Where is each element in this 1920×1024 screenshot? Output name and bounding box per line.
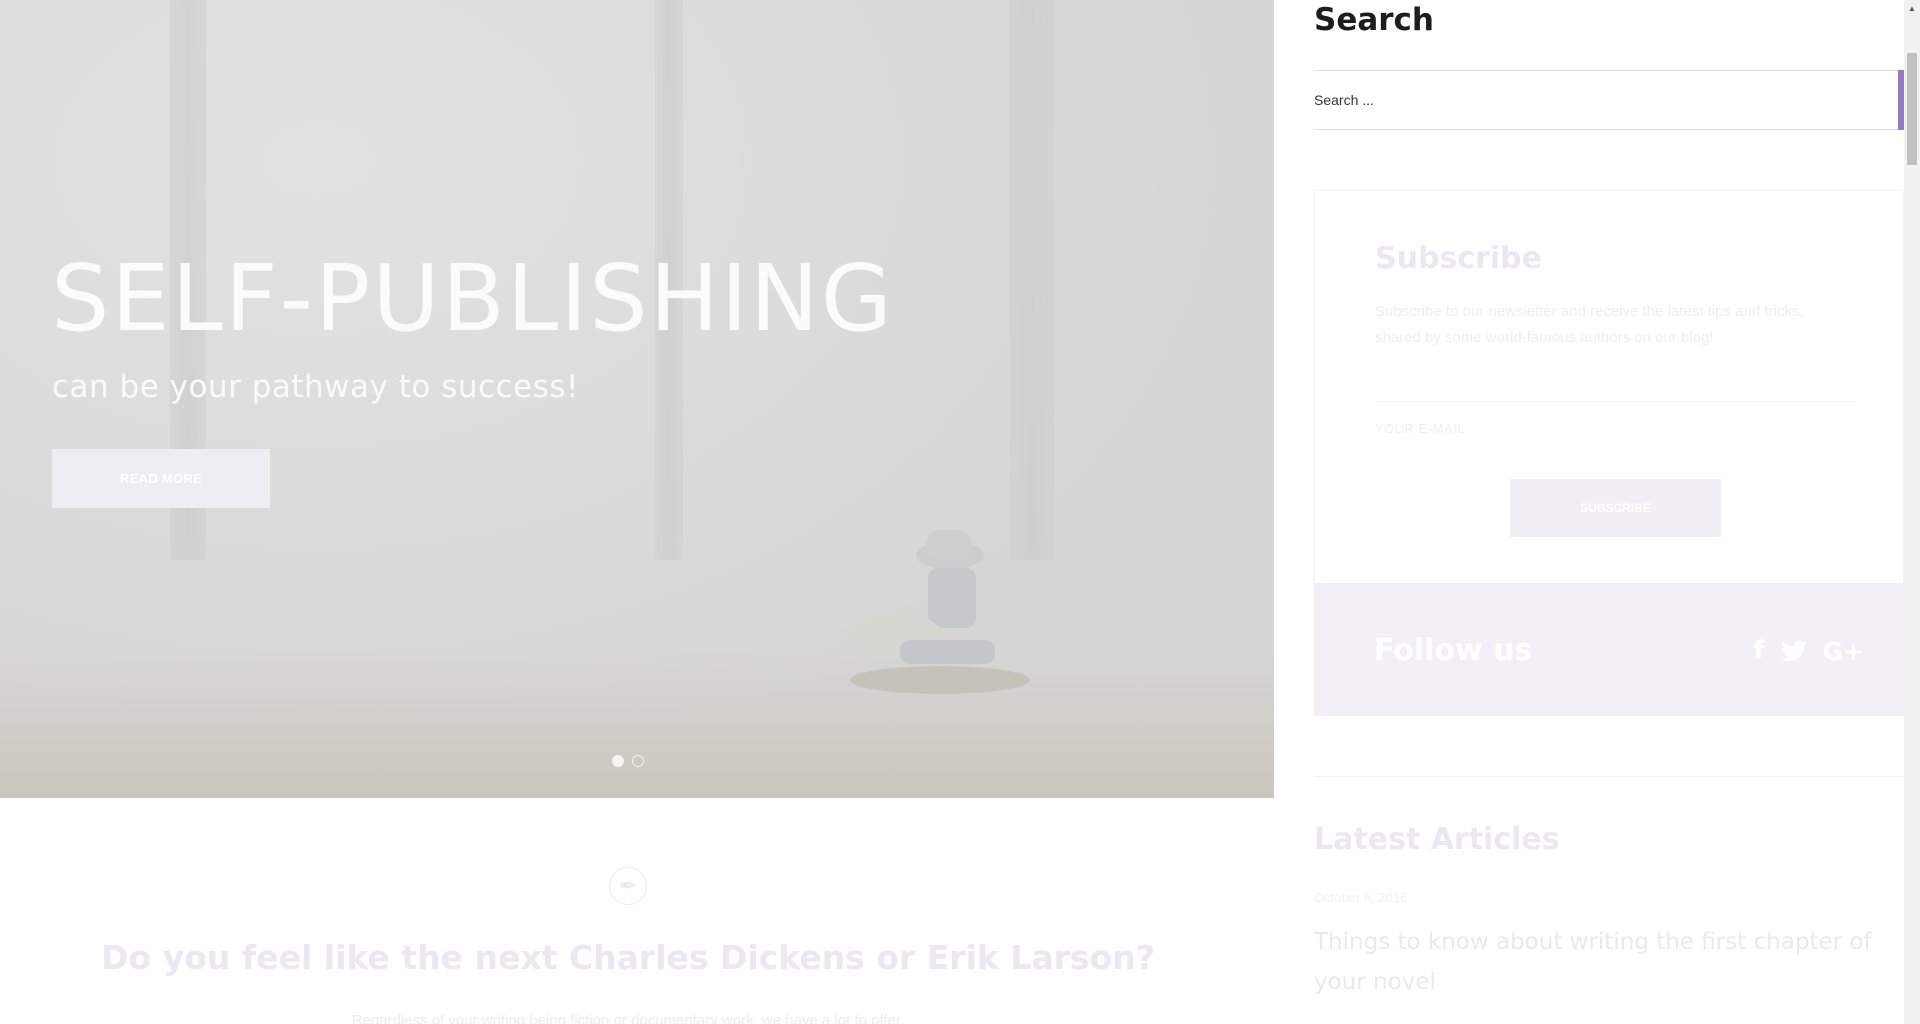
hero-subtitle: can be your pathway to success!	[52, 369, 579, 405]
pen-nib-icon: ✒	[609, 867, 647, 905]
hero-background-ground	[0, 648, 1274, 798]
read-more-button[interactable]: READ MORE	[52, 449, 270, 508]
intro-heading: Do you feel like the next Charles Dicken…	[101, 938, 1155, 977]
search-input[interactable]	[1314, 71, 1854, 129]
subscribe-button[interactable]: SUBSCRIBE	[1510, 479, 1721, 537]
email-divider	[1375, 401, 1855, 402]
subscribe-title: Subscribe	[1375, 241, 1542, 276]
latest-divider	[1314, 776, 1904, 777]
intro-section: ✒ Do you feel like the next Charles Dick…	[0, 798, 1274, 1024]
subscribe-text: Subscribe to our newsletter and receive …	[1375, 303, 1804, 346]
social-links: f G+	[1753, 638, 1864, 664]
sidebar: Search Subscribe Subscribe to our newsle…	[1274, 0, 1920, 1024]
slider-dot-2[interactable]	[632, 755, 644, 767]
hero-title: SELF-PUBLISHING	[51, 245, 895, 352]
article-date: October 6, 2016	[1314, 890, 1408, 905]
email-field[interactable]	[1375, 413, 1855, 443]
follow-us-widget: Follow us f G+	[1314, 583, 1904, 716]
intro-text: Regardless of your writing being fiction…	[351, 1012, 905, 1024]
scroll-up-arrow-icon[interactable]: ▲	[1904, 0, 1920, 16]
slider-dot-1[interactable]	[612, 755, 624, 767]
hero-background-tree	[1010, 0, 1054, 560]
twitter-icon[interactable]	[1780, 640, 1807, 662]
scrollbar-thumb[interactable]	[1907, 53, 1917, 165]
article-link[interactable]: Things to know about writing the first c…	[1314, 922, 1874, 1002]
follow-us-title: Follow us	[1374, 633, 1533, 668]
scrollbar[interactable]: ▲	[1904, 0, 1920, 1024]
search-widget-title: Search	[1314, 2, 1435, 38]
slider-pagination	[612, 755, 644, 767]
search-form	[1314, 70, 1920, 130]
facebook-icon[interactable]: f	[1753, 638, 1764, 664]
hero-background-child-reading	[840, 530, 1030, 694]
hero-slider: SELF-PUBLISHING can be your pathway to s…	[0, 0, 1274, 798]
subscribe-widget: Subscribe Subscribe to our newsletter an…	[1314, 190, 1904, 583]
google-plus-icon[interactable]: G+	[1823, 639, 1864, 664]
latest-articles-title: Latest Articles	[1314, 822, 1560, 857]
